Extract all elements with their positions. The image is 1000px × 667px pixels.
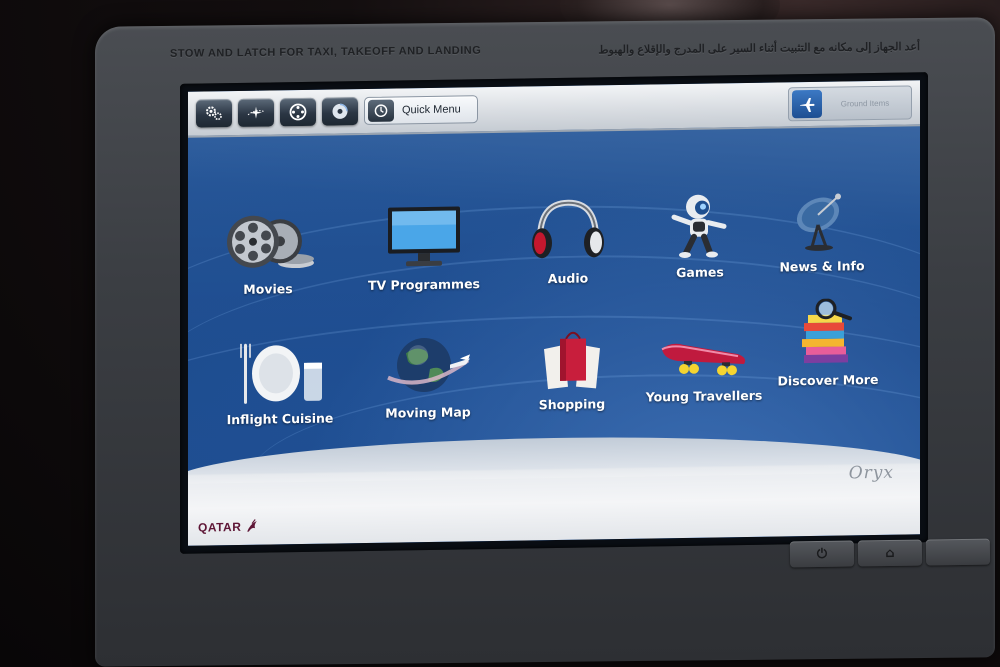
plate-cutlery-icon (240, 343, 322, 404)
power-icon: ⏻ (816, 546, 828, 562)
books-magnifier-icon (802, 298, 852, 364)
oryx-logo-icon (247, 519, 258, 532)
screen: Quick Menu Ground Items Movies TV Progra… (180, 72, 928, 554)
menu-label-young-travellers: Young Travellers (645, 387, 763, 405)
menu-item-shopping[interactable]: Shopping (512, 301, 632, 413)
qatar-airways-logo: QATAR (198, 519, 260, 536)
menu-item-discover-more[interactable]: Discover More (768, 277, 888, 389)
settings-button[interactable] (196, 99, 232, 128)
menu-label-inflight-cuisine: Inflight Cuisine (226, 410, 334, 428)
menu-label-games: Games (676, 264, 724, 281)
menu-item-games[interactable]: Games (640, 169, 760, 281)
qatar-wordmark: QATAR (198, 519, 242, 535)
airplane-icon (792, 89, 822, 119)
menu-label-audio: Audio (547, 270, 589, 287)
menu-label-news-info: News & Info (779, 258, 865, 275)
airplane-route-icon (247, 106, 265, 119)
menu-label-discover-more: Discover More (777, 371, 879, 389)
robot-icon (671, 194, 727, 258)
menu-item-young-travellers[interactable]: Young Travellers (644, 293, 764, 405)
ife-main-menu: Quick Menu Ground Items Movies TV Progra… (188, 80, 920, 546)
menu-item-movies[interactable]: Movies (208, 186, 328, 298)
clock-icon (368, 99, 394, 122)
headphones-icon (532, 199, 604, 259)
menu-item-news-info[interactable]: News & Info (762, 163, 882, 275)
menu-label-tv-programmes: TV Programmes (368, 276, 480, 293)
home-button[interactable]: ⌂ (857, 539, 923, 567)
oryx-brand: Oryx (848, 462, 894, 484)
footer-bar: Oryx QATAR (188, 431, 920, 546)
satellite-dish-icon (796, 193, 841, 251)
quick-menu-label: Quick Menu (402, 103, 461, 117)
menu-item-inflight-cuisine[interactable]: Inflight Cuisine (220, 315, 340, 427)
menu-label-moving-map: Moving Map (385, 404, 471, 421)
home-icon: ⌂ (885, 545, 895, 561)
shopping-bags-icon (544, 331, 600, 390)
audio-shortcut-button[interactable] (322, 97, 358, 126)
hardware-buttons: ⏻ ⌂ (789, 538, 991, 572)
top-toolbar: Quick Menu Ground Items (188, 80, 920, 138)
stow-warning-english: STOW AND LATCH FOR TAXI, TAKEOFF AND LAN… (169, 44, 482, 60)
settings-icon (206, 106, 222, 121)
menu-item-moving-map[interactable]: Moving Map (368, 309, 488, 421)
film-reels-icon (227, 215, 314, 269)
stow-warning-arabic: أعد الجهاز إلى مكانه مع التثبيت أثناء ال… (598, 40, 921, 56)
ground-items-label: Ground Items (840, 98, 890, 108)
skateboard-icon (661, 343, 746, 376)
menu-label-movies: Movies (243, 281, 293, 297)
globe-plane-icon (387, 338, 470, 393)
movies-shortcut-button[interactable] (280, 97, 316, 127)
flight-info-button[interactable] (238, 98, 274, 127)
disc-icon (332, 103, 348, 119)
menu-label-shopping: Shopping (538, 396, 606, 413)
blank-hardware-button[interactable] (925, 538, 991, 566)
menu-item-audio[interactable]: Audio (508, 175, 628, 287)
menu-item-tv-programmes[interactable]: TV Programmes (364, 181, 484, 293)
film-reel-icon (289, 103, 307, 121)
tv-icon (388, 206, 460, 267)
power-button[interactable]: ⏻ (789, 540, 855, 568)
ground-items-button[interactable]: Ground Items (788, 85, 912, 122)
quick-menu-button[interactable]: Quick Menu (364, 95, 478, 125)
